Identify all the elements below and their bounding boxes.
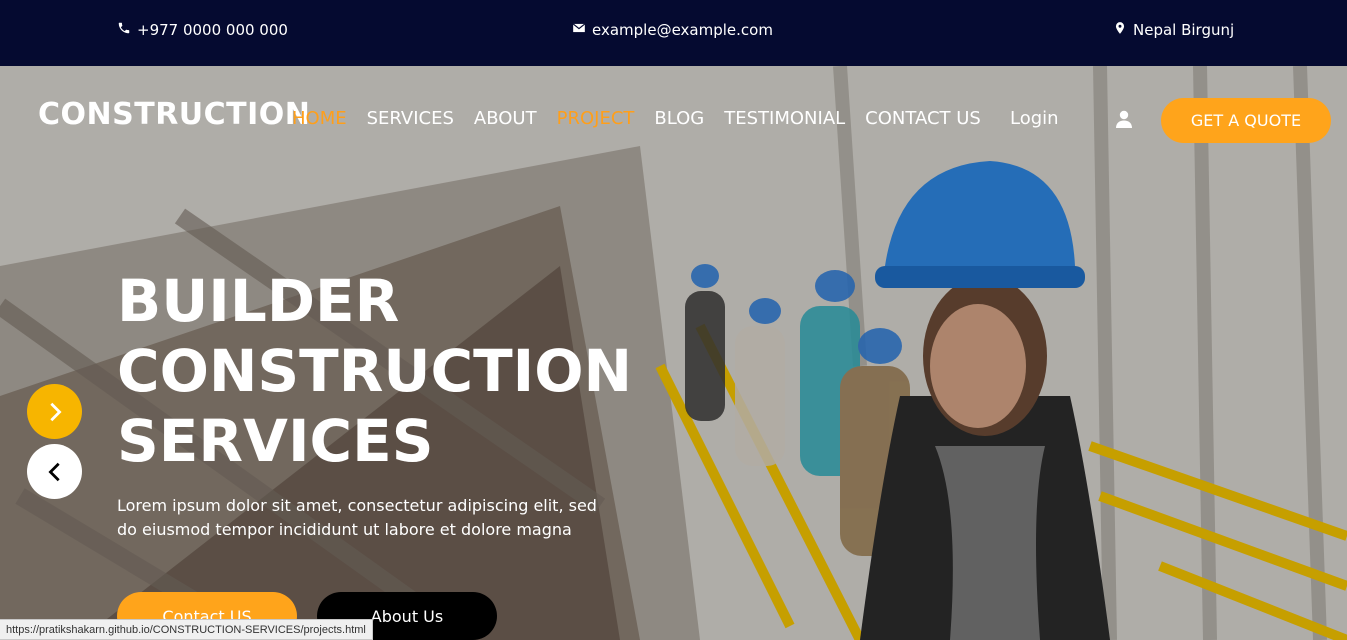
main-nav: HOME SERVICES ABOUT PROJECT BLOG TESTIMO…	[292, 108, 981, 129]
hero-section: CONSTRUCTION HOME SERVICES ABOUT PROJECT…	[0, 66, 1347, 640]
phone-text: +977 0000 000 000	[137, 21, 288, 39]
hero-title-line: CONSTRUCTION	[117, 337, 633, 405]
contact-email[interactable]: example@example.com	[572, 21, 773, 39]
chevron-left-icon	[47, 462, 60, 481]
contact-phone[interactable]: +977 0000 000 000	[117, 21, 288, 39]
location-text: Nepal Birgunj	[1133, 21, 1235, 39]
contact-location[interactable]: Nepal Birgunj	[1113, 21, 1234, 39]
hero-title-line: SERVICES	[117, 407, 434, 475]
phone-icon	[117, 21, 131, 39]
top-info-bar: +977 0000 000 000 example@example.com Ne…	[0, 0, 1347, 66]
nav-item-services[interactable]: SERVICES	[367, 108, 454, 129]
get-a-quote-button[interactable]: GET A QUOTE	[1161, 98, 1331, 143]
chevron-right-icon	[49, 402, 62, 421]
carousel-prev-button[interactable]	[27, 444, 82, 499]
nav-item-blog[interactable]: BLOG	[654, 108, 704, 129]
nav-item-contact-us[interactable]: CONTACT US	[865, 108, 981, 129]
login-link[interactable]: Login	[1010, 108, 1059, 129]
map-marker-icon	[1113, 21, 1127, 39]
user-icon[interactable]	[1116, 110, 1132, 128]
site-logo[interactable]: CONSTRUCTION	[38, 97, 310, 132]
hero-title-line: BUILDER	[117, 267, 400, 335]
hero-subtitle: Lorem ipsum dolor sit amet, consectetur …	[117, 496, 597, 539]
nav-item-project[interactable]: PROJECT	[557, 108, 635, 129]
envelope-icon	[572, 21, 586, 39]
carousel-next-button[interactable]	[27, 384, 82, 439]
hero-title: BUILDER CONSTRUCTION SERVICES	[117, 266, 632, 476]
nav-item-about[interactable]: ABOUT	[474, 108, 537, 129]
nav-item-home[interactable]: HOME	[292, 108, 347, 129]
nav-item-testimonial[interactable]: TESTIMONIAL	[724, 108, 845, 129]
email-text: example@example.com	[592, 21, 773, 39]
browser-status-url: https://pratikshakarn.github.io/CONSTRUC…	[0, 619, 373, 640]
